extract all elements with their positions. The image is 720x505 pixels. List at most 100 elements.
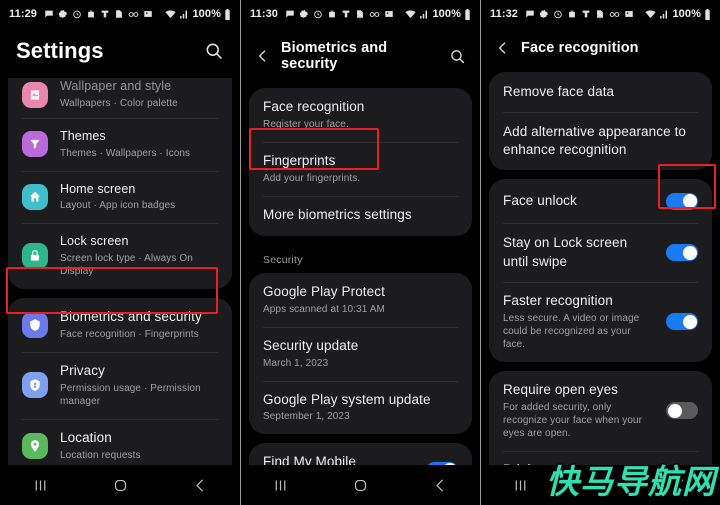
list-item-add-alternative-appearance[interactable]: Add alternative appearance to enhance re… <box>489 112 712 170</box>
alarm-icon <box>553 9 563 19</box>
list-item-title: Google Play system update <box>263 391 431 407</box>
list-item-faster-recognition[interactable]: Faster recognition Less secure. A video … <box>489 281 712 362</box>
privacy-icon <box>22 372 48 399</box>
list-item-title: More biometrics settings <box>263 207 412 223</box>
list-item-subtitle: Layout · App icon badges <box>60 200 176 212</box>
list-item-text: Privacy Permission usage · Permission ma… <box>60 363 218 408</box>
sidebar-item-biometrics-and-security[interactable]: Biometrics and security Face recognition… <box>8 298 232 352</box>
list-item-text: Security update March 1, 2023 <box>263 338 458 370</box>
wallpaper-icon <box>22 81 48 108</box>
list-item-title: Lock screen <box>60 234 129 249</box>
sidebar-item-privacy[interactable]: Privacy Permission usage · Permission ma… <box>8 351 232 419</box>
list-item-title: Google Play Protect <box>263 283 385 299</box>
status-bar: 11:32 100% <box>481 0 720 28</box>
face-recognition-header: Face recognition <box>481 28 720 72</box>
list-item-stay-on-lock-screen[interactable]: Stay on Lock screen until swipe <box>489 223 712 281</box>
list-item-text: Stay on Lock screen until swipe <box>503 234 654 270</box>
list-item-title: Fingerprints <box>263 152 336 168</box>
back-icon[interactable] <box>432 477 449 494</box>
battery-percent: 100% <box>432 8 461 20</box>
list-item-title: Privacy <box>60 362 105 378</box>
list-item-subtitle: March 1, 2023 <box>263 357 329 369</box>
system-navigation-bar <box>241 465 480 505</box>
recents-icon[interactable] <box>272 477 289 494</box>
tmobile-icon <box>100 9 110 19</box>
list-item-title: Require open eyes <box>503 381 619 397</box>
message-icon <box>285 9 295 19</box>
face-unlock-toggle[interactable] <box>666 192 698 210</box>
page-title: Face recognition <box>521 40 639 56</box>
status-right-group: 100% <box>405 8 471 20</box>
biometrics-header: Biometrics and security <box>241 28 480 88</box>
faster-recognition-toggle[interactable] <box>666 313 698 331</box>
list-item-more-biometrics-settings[interactable]: More biometrics settings <box>249 195 472 236</box>
settings-header: Settings <box>0 28 240 78</box>
require-open-eyes-toggle[interactable] <box>666 402 698 420</box>
toggle-knob <box>682 314 697 329</box>
list-item[interactable]: Lock screen Screen lock type · Always On… <box>8 223 232 289</box>
list-item-subtitle: Register your face. <box>263 118 349 130</box>
recents-icon[interactable] <box>32 477 49 494</box>
recents-icon[interactable] <box>512 477 529 494</box>
face-group-data: Remove face data Add alternative appeara… <box>489 72 712 171</box>
list-item-remove-face-data[interactable]: Remove face data <box>489 72 712 112</box>
status-right-group: 100% <box>165 8 231 20</box>
list-item-text: Location Location requests <box>60 430 218 462</box>
briefcase-icon <box>567 9 577 19</box>
list-item-subtitle: Face recognition · Fingerprints <box>60 328 199 340</box>
list-item-text: Google Play system update September 1, 2… <box>263 392 458 424</box>
list-item-text: Remove face data <box>503 84 698 101</box>
phone-screen-settings: 11:29 100% Settings Wallpaper and style … <box>0 0 240 505</box>
page-title: Settings <box>16 38 104 63</box>
battery-percent: 100% <box>672 8 701 20</box>
search-icon[interactable] <box>204 41 224 61</box>
system-navigation-bar <box>0 465 240 505</box>
toggle-knob <box>682 245 697 260</box>
signal-icon <box>179 10 189 19</box>
list-item-title: Stay on Lock screen until swipe <box>503 235 628 269</box>
list-item-text: Lock screen Screen lock type · Always On… <box>60 234 218 278</box>
themes-icon <box>22 131 48 158</box>
location-pin-icon <box>22 432 48 459</box>
stay-on-lock-screen-toggle[interactable] <box>666 244 698 262</box>
list-item-title: Face recognition <box>263 99 365 114</box>
back-chevron-icon[interactable] <box>495 40 511 56</box>
battery-icon <box>224 8 231 20</box>
list-item-subtitle: Screen lock type · Always On Display <box>60 252 193 277</box>
list-item[interactable]: Home screen Layout · App icon badges <box>8 170 232 224</box>
list-item-security-update[interactable]: Security update March 1, 2023 <box>249 326 472 381</box>
tmobile-icon <box>341 9 351 19</box>
list-item-fingerprints[interactable]: Fingerprints Add your fingerprints. <box>249 141 472 196</box>
list-item-text: Biometrics and security Face recognition… <box>60 309 218 341</box>
status-clock: 11:32 <box>490 8 519 20</box>
list-item[interactable]: Wallpaper and style Wallpapers · Color p… <box>8 78 232 118</box>
message-icon <box>44 9 54 19</box>
list-item-face-unlock[interactable]: Face unlock <box>489 179 712 223</box>
back-chevron-icon[interactable] <box>255 48 271 64</box>
list-item-title: Biometrics and security <box>60 308 202 324</box>
list-item-require-open-eyes[interactable]: Require open eyes For added security, on… <box>489 371 712 451</box>
tmobile-icon <box>581 9 591 19</box>
list-item-google-play-protect[interactable]: Google Play Protect Apps scanned at 10:3… <box>249 273 472 327</box>
status-right-group: 100% <box>645 8 711 20</box>
list-item-face-recognition[interactable]: Face recognition Register your face. <box>249 88 472 142</box>
toggle-knob <box>667 403 682 418</box>
back-icon[interactable] <box>192 477 209 494</box>
status-bar: 11:30 100% <box>241 0 480 28</box>
list-item-text: Face recognition Register your face. <box>263 99 458 131</box>
list-item-title: Security update <box>263 337 359 353</box>
list-item-google-play-system-update[interactable]: Google Play system update September 1, 2… <box>249 380 472 435</box>
sim-icon <box>355 9 365 19</box>
home-icon[interactable] <box>352 477 369 494</box>
biometrics-group-security: Google Play Protect Apps scanned at 10:3… <box>249 272 472 435</box>
message-icon <box>525 9 535 19</box>
search-icon[interactable] <box>449 48 466 65</box>
battery-percent: 100% <box>192 8 221 20</box>
home-icon[interactable] <box>112 477 129 494</box>
list-item-title: Faster recognition <box>503 292 613 308</box>
list-item[interactable]: Themes Themes · Wallpapers · Icons <box>8 118 232 171</box>
list-item-subtitle: For added security, only recognize your … <box>503 401 643 439</box>
list-item-title: Face unlock <box>503 193 577 208</box>
list-item-subtitle: Apps scanned at 10:31 AM <box>263 303 385 315</box>
home-icon <box>22 183 48 210</box>
